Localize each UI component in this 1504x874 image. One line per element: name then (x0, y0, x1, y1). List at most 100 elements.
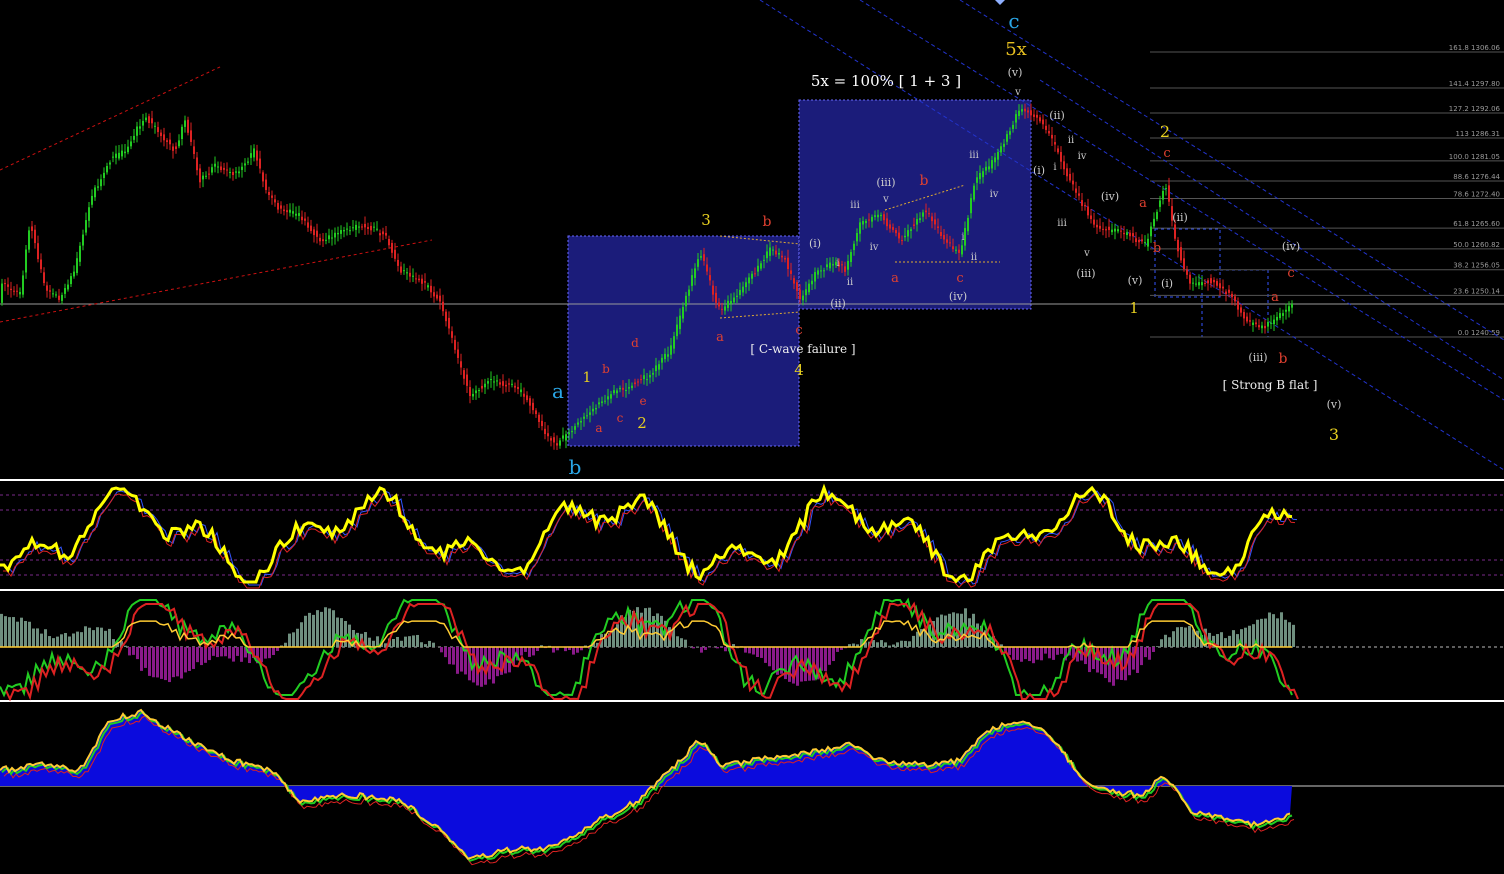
candle-body (970, 198, 972, 214)
candle-body (847, 260, 849, 270)
candle-body (265, 179, 267, 191)
candle-body (1006, 134, 1008, 142)
macd-histogram-bar (724, 647, 727, 652)
candle-body (466, 374, 468, 386)
candle-body (430, 285, 432, 293)
macd-histogram-bar (1220, 632, 1223, 647)
candle-body (898, 232, 900, 239)
wave-label: (iii) (876, 176, 895, 189)
candle-body (256, 150, 258, 161)
candle-body (448, 317, 450, 329)
candle-body (250, 153, 252, 158)
candle-body (1120, 230, 1122, 232)
macd-histogram-bar (424, 644, 427, 647)
candle-body (517, 386, 519, 390)
candle-body (115, 153, 117, 158)
candle-body (100, 179, 102, 187)
macd-histogram-bar (292, 632, 295, 647)
candle-body (862, 221, 864, 225)
wave-label: i (961, 232, 964, 243)
candle-body (1057, 148, 1059, 153)
candle-body (169, 139, 171, 145)
candle-body (811, 280, 813, 285)
candle-body (1102, 228, 1104, 230)
fib-label: 127.2 1292.06 (1449, 105, 1501, 113)
wave-label: 2 (1160, 122, 1170, 141)
candle-body (475, 390, 477, 394)
candle-body (703, 254, 705, 261)
candle-body (841, 264, 843, 266)
candle-body (1042, 119, 1044, 125)
macd-histogram-bar (1188, 625, 1191, 647)
candle-body (679, 315, 681, 330)
area-indicator-panel (0, 708, 1504, 866)
fib-levels: 161.8 1306.06 141.4 1297.80 127.2 1292.06 1… (1150, 44, 1504, 338)
fib-label: 0.0 1240.59 (1458, 329, 1500, 337)
candle-body (598, 402, 600, 405)
macd-histogram-bar (744, 647, 747, 653)
macd-histogram-bar (528, 647, 531, 657)
candle-body (442, 301, 444, 312)
candle-body (661, 357, 663, 363)
candle-body (409, 272, 411, 277)
candle-body (82, 234, 84, 246)
candle-body (745, 282, 747, 288)
candle-body (775, 250, 777, 255)
c-wave-failure-label: [ C-wave failure ] (750, 342, 855, 356)
candle-body (1036, 114, 1038, 118)
candle-body (1255, 322, 1257, 325)
wave-label: 3 (701, 211, 711, 229)
candle-body (901, 240, 903, 242)
macd-histogram-bar (1152, 647, 1155, 652)
candle-body (1159, 200, 1161, 207)
candle-body (1168, 185, 1170, 202)
candle-body (802, 295, 804, 301)
candle-body (694, 268, 696, 278)
macd-histogram-bar (164, 647, 167, 681)
candle-body (565, 434, 567, 441)
macd-histogram-bar (1248, 625, 1251, 647)
macd-histogram-bar (1016, 647, 1019, 660)
candle-body (1150, 226, 1152, 237)
candle-body (157, 127, 159, 133)
candle-body (856, 233, 858, 242)
wave-label: (ii) (830, 297, 846, 310)
candle-body (1156, 211, 1158, 220)
candle-body (871, 216, 873, 222)
candle-body (1126, 232, 1128, 236)
candle-body (925, 210, 927, 213)
candle-body (751, 273, 753, 279)
candle-body (1174, 224, 1176, 239)
candle-body (1165, 188, 1167, 190)
candle-body (1192, 282, 1194, 284)
macd-histogram-bar (308, 612, 311, 647)
candle-body (922, 212, 924, 217)
candle-body (532, 402, 534, 411)
candle-body (49, 290, 51, 292)
macd-histogram-bar (396, 636, 399, 647)
candle-body (697, 259, 699, 267)
macd-histogram-bar (552, 647, 555, 653)
candle-body (286, 210, 288, 213)
candle-body (742, 286, 744, 293)
candle-body (622, 387, 624, 390)
candle-body (385, 232, 387, 236)
macd-histogram-bar (132, 647, 135, 655)
candle-body (328, 235, 330, 240)
wave-label: (ii) (1049, 109, 1065, 122)
candle-body (499, 382, 501, 385)
macd-histogram-bar (1060, 647, 1063, 654)
candle-body (766, 251, 768, 259)
candle-body (640, 379, 642, 381)
candle-body (142, 120, 144, 126)
candle-body (652, 372, 654, 375)
macd-histogram-bar (428, 640, 431, 647)
candle-body (487, 381, 489, 384)
fib-label: 50.0 1260.82 (1453, 241, 1500, 249)
candle-body (1276, 316, 1278, 321)
candle-body (1003, 143, 1005, 147)
macd-histogram-bar (1048, 647, 1051, 659)
macd-histogram-bar (8, 617, 11, 647)
candle-body (1258, 325, 1260, 328)
candle-body (1207, 280, 1209, 284)
